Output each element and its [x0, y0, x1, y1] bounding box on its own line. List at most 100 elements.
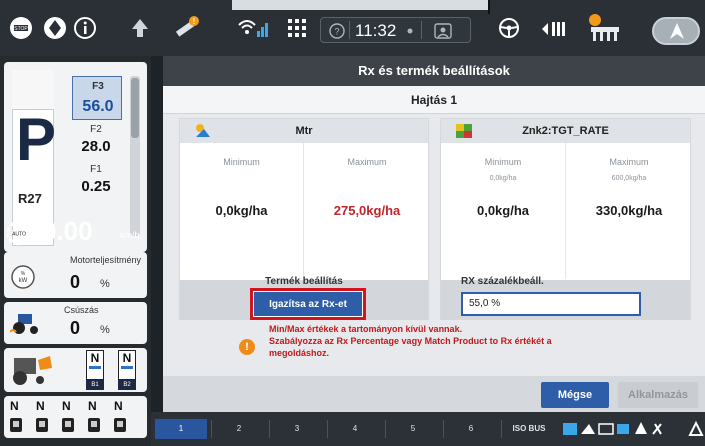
f3-box: F3 56.0 [72, 76, 122, 120]
clock-divider [349, 21, 350, 39]
product-setting-label: Termék beállítás [265, 276, 343, 287]
background-window-strip [232, 0, 490, 10]
page-tab-4[interactable]: 4 [329, 419, 381, 439]
mtr-min-value: 0,0kg/ha [215, 203, 268, 218]
hitch-b1-state: N [90, 351, 100, 365]
page-tab-2[interactable]: 2 [213, 419, 265, 439]
page-tab-1[interactable]: 1 [155, 419, 207, 439]
reverse-gear-label: R27 [18, 191, 42, 206]
tab-divider [211, 420, 212, 438]
rx-percentage-input[interactable]: 55,0 % [461, 292, 641, 316]
svg-text:AUTO: AUTO [12, 232, 26, 238]
speed-row: AUTO 0.00 km/h [4, 216, 147, 252]
dialog-title: Rx és termék beállítások [163, 56, 705, 86]
znk2-min-value: 0,0kg/ha [476, 203, 530, 218]
valve-5-state: N [114, 399, 123, 413]
f3-label: F3 [92, 81, 104, 92]
cancel-button[interactable]: Mégse [541, 382, 609, 408]
tractor-slip-icon [10, 314, 38, 334]
match-rx-button[interactable]: Igazítsa az Rx-et [254, 292, 362, 316]
svg-text:%: % [21, 271, 26, 277]
dialog-footer: Mégse Alkalmazás [163, 376, 705, 412]
znk2-max-label: Maximum [609, 157, 649, 167]
tab-divider [501, 420, 502, 438]
steering-wheel-icon[interactable] [494, 14, 524, 42]
product-header-mtr-label: Mtr [295, 125, 313, 137]
mtr-max-cell: Maximum 275,0kg/ha [304, 143, 430, 279]
valve-2-icon [36, 418, 48, 432]
user-icon[interactable] [433, 22, 453, 40]
tab-divider [385, 420, 386, 438]
valve-4-icon [88, 418, 100, 432]
gear-scrollbar[interactable] [130, 76, 140, 236]
clock-panel[interactable]: ? 11:32 [320, 17, 471, 43]
engine-load-title: Motorteljesítmény [69, 255, 141, 265]
stop-icon[interactable]: STOP [6, 14, 36, 42]
svg-text:kW: kW [19, 278, 28, 284]
engine-kw-icon: %kW [11, 265, 35, 289]
up-arrow-icon[interactable] [128, 14, 152, 42]
hitch-card[interactable]: N N B1 B2 [4, 348, 147, 392]
f3-value: 56.0 [82, 98, 114, 115]
valve-1-icon [10, 418, 22, 432]
info-icon[interactable] [70, 14, 100, 42]
f2-label: F2 [90, 124, 102, 135]
bottom-page-bar: 1 2 3 4 5 6 ISO BUS [151, 412, 705, 446]
znk2-max-cell: Maximum 600,0kg/ha 330,0kg/ha [566, 143, 692, 279]
product-header-mtr: Mtr [180, 119, 428, 143]
product-panel-mtr: Mtr Minimum 0,0kg/ha Maximum 275,0kg/ha … [179, 118, 429, 320]
speed-value: 0.00 [42, 216, 93, 246]
page-tab-5[interactable]: 5 [387, 419, 439, 439]
engine-load-card[interactable]: Motorteljesítmény % kW 0 % [4, 252, 147, 298]
apply-button[interactable]: Alkalmazás [618, 382, 698, 408]
dialog-subtitle: Hajtás 1 [163, 86, 705, 114]
grid-icon[interactable] [284, 14, 310, 42]
warning-line-3: megoldáshoz. [269, 348, 330, 358]
hitch-tractor-icon [13, 356, 52, 385]
engine-load-value: 0 [70, 272, 81, 292]
remote-valves-row[interactable]: N N N N N [4, 396, 147, 438]
mtr-max-label: Maximum [347, 157, 387, 167]
hitch-b1[interactable]: N [86, 350, 104, 380]
implement-icon[interactable] [538, 14, 570, 42]
planter-icon[interactable] [584, 14, 624, 42]
quick-icons[interactable] [561, 418, 671, 440]
hitch-b2[interactable]: N [118, 350, 136, 380]
gear-shade [12, 70, 54, 110]
steer-indicator-icon[interactable] [40, 14, 70, 42]
mtr-min-cell: Minimum 0,0kg/ha [180, 143, 304, 279]
isobus-tab[interactable]: ISO BUS [503, 419, 555, 439]
f1-label: F1 [90, 164, 102, 175]
product-panel-znk2: Znk2:TGT_RATE Minimum 0,0kg/ha 0,0kg/ha … [440, 118, 691, 320]
signal-icon [236, 14, 270, 42]
status-icons-strip [563, 422, 662, 435]
hitch-b2-state: N [122, 351, 132, 365]
valve-5-icon [114, 418, 126, 432]
slip-card[interactable]: Csúszás 0 % [4, 302, 147, 344]
left-status-panel: P R27 F3 56.0 F2 28.0 F1 0.25 AUTO 0.00 … [0, 56, 151, 446]
f2-value: 28.0 [81, 138, 111, 155]
page-tab-6[interactable]: 6 [445, 419, 497, 439]
valve-3-state: N [62, 399, 71, 413]
znk2-min-range: 0,0kg/ha [489, 175, 517, 182]
tab-divider [269, 420, 270, 438]
background-window-edge [488, 0, 490, 14]
mtr-min-label: Minimum [223, 157, 260, 167]
page-tab-3[interactable]: 3 [271, 419, 323, 439]
rx-product-settings-dialog: Rx és termék beállítások Hajtás 1 Mtr Mi… [163, 56, 705, 412]
slip-value: 0 [70, 318, 81, 338]
auto-steer-icon [670, 23, 684, 39]
screen: STOP ! ? 11:32 P R27 F3 56.0 F2 28.0 F1 … [0, 0, 705, 446]
mtr-footer: Termék beállítás Igazítsa az Rx-et [180, 276, 428, 320]
svg-text:?: ? [334, 27, 339, 37]
screen-config-icon[interactable] [687, 420, 705, 438]
hitch-b1-label: B1 [86, 380, 104, 390]
speed-unit: km/h [120, 230, 140, 240]
f1-value: 0.25 [81, 178, 111, 195]
hitch-b1-bar [89, 366, 101, 369]
help-icon[interactable]: ? [329, 23, 345, 39]
auto-steer-button[interactable] [652, 17, 700, 45]
satellite-icon[interactable]: ! [168, 14, 204, 42]
clock-divider-2 [421, 21, 422, 39]
valve-2-state: N [36, 399, 45, 413]
